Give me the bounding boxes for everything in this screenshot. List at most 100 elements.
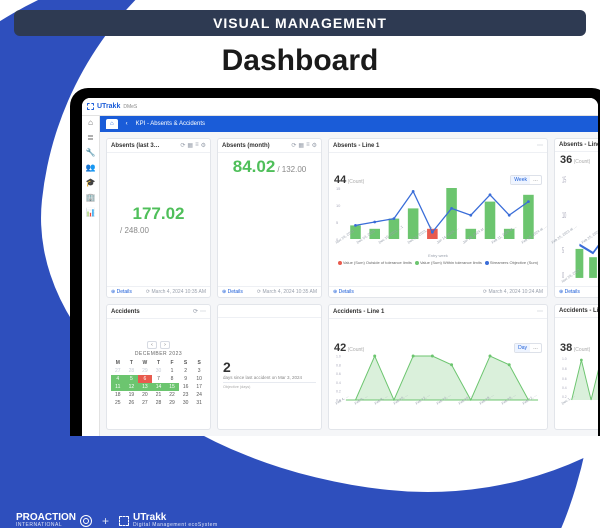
list-view-icon[interactable]: ≡: [306, 142, 310, 149]
calendar-day[interactable]: 18: [111, 391, 125, 399]
plus-icon: +: [102, 514, 109, 528]
x-axis-title: Entry week: [334, 253, 542, 258]
svg-text:0.2: 0.2: [336, 390, 341, 394]
calendar-day[interactable]: 26: [125, 399, 139, 407]
calendar-day[interactable]: 15: [165, 383, 179, 391]
card-title: Absents - Line 1: [333, 143, 379, 149]
prev-month-button[interactable]: ‹: [147, 341, 157, 349]
calendar-day[interactable]: 16: [179, 383, 193, 391]
card-absents-month: Absents (month) ⟳ ▦ ≡ ⚙ 84.02 / 132.00: [217, 138, 322, 298]
refresh-icon[interactable]: ⟳: [291, 142, 296, 149]
calendar-day[interactable]: 3: [192, 367, 206, 375]
card-title: [222, 308, 224, 314]
calendar-day[interactable]: 12: [125, 383, 139, 391]
card-absents-last3: Absents (last 3… ⟳ ▦ ≡ ⚙ 177.02 / 248.00: [106, 138, 211, 298]
x-axis-labels: Feb 4, …Feb 6, …Feb 8, …Feb 10, …Feb 12,…: [334, 402, 542, 406]
svg-text:0.4: 0.4: [336, 381, 341, 385]
details-link[interactable]: ⊕ Details: [559, 289, 580, 295]
calendar-day[interactable]: 13: [138, 383, 152, 391]
calendar-day[interactable]: 24: [192, 391, 206, 399]
calendar-day[interactable]: 28: [152, 399, 166, 407]
more-icon[interactable]: ⋯: [537, 142, 543, 149]
refresh-icon[interactable]: ⟳: [180, 142, 185, 149]
gear-icon[interactable]: ⚙: [201, 142, 206, 149]
objective-label: Objective (days): [223, 385, 316, 389]
calendar-day[interactable]: 14: [152, 383, 166, 391]
grid-icon[interactable]: ▦: [187, 142, 193, 149]
calendar-day[interactable]: 7: [152, 375, 166, 383]
calendar-day[interactable]: 11: [111, 383, 125, 391]
calendar-day[interactable]: 31: [192, 399, 206, 407]
area-chart-partial: 1.0 0.8 0.6 0.4 0.2: [560, 354, 598, 402]
period-toggle[interactable]: Week …: [510, 175, 542, 185]
calendar-day[interactable]: 19: [125, 391, 139, 399]
card-absents-line1: Absents - Line 1 ⋯ 44 (Count) Week …: [328, 138, 548, 298]
calendar-day[interactable]: 1: [165, 367, 179, 375]
calendar-day[interactable]: 30: [179, 399, 193, 407]
breadcrumb-page: KPI - Absents & Accidents: [136, 121, 205, 127]
calendar-month: DECEMBER 2023: [111, 351, 206, 357]
svg-text:1.0: 1.0: [336, 354, 341, 358]
chart-total: 42 (Count): [334, 342, 364, 354]
svg-text:5: 5: [336, 220, 339, 225]
calendar-day[interactable]: 25: [111, 399, 125, 407]
card-title: Absents (month): [222, 143, 270, 149]
calendar-day[interactable]: 23: [179, 391, 193, 399]
building-icon[interactable]: 🏢: [86, 193, 96, 202]
calendar-day[interactable]: 27: [111, 367, 125, 375]
chart-icon[interactable]: 📊: [86, 208, 96, 217]
gear-icon[interactable]: ⚙: [312, 142, 317, 149]
wrench-icon[interactable]: 🔧: [86, 148, 96, 157]
svg-text:5: 5: [562, 247, 564, 256]
calendar-day[interactable]: 27: [138, 399, 152, 407]
chart-total: 44 (Count): [334, 174, 364, 186]
graduation-icon[interactable]: 🎓: [86, 178, 96, 187]
list-view-icon[interactable]: ≡: [195, 142, 199, 149]
app-header: UTrakk DMeS: [82, 98, 598, 116]
period-toggle[interactable]: Day…: [514, 343, 542, 353]
svg-text:10: 10: [336, 203, 341, 208]
card-title: Absents (last 3…: [111, 143, 160, 149]
card-title: Accidents - Line 1: [333, 309, 384, 315]
calendar-day[interactable]: 22: [165, 391, 179, 399]
refresh-icon[interactable]: ⟳: [193, 308, 198, 315]
calendar-day[interactable]: 29: [138, 367, 152, 375]
calendar-day[interactable]: 8: [165, 375, 179, 383]
calendar-day[interactable]: 21: [152, 391, 166, 399]
calendar-day[interactable]: 28: [125, 367, 139, 375]
days-since-note: days since last accident on Mar 3, 2024: [223, 375, 316, 380]
more-icon[interactable]: ⋯: [537, 308, 543, 315]
grid-icon[interactable]: ▦: [298, 142, 304, 149]
details-link[interactable]: ⊕ Details: [222, 289, 243, 295]
breadcrumb-sep-icon: ‹: [126, 121, 128, 127]
next-month-button[interactable]: ›: [160, 341, 170, 349]
calendar-day[interactable]: 5: [125, 375, 139, 383]
calendar-day[interactable]: 2: [179, 367, 193, 375]
calendar-day[interactable]: 30: [152, 367, 166, 375]
calendar-grid[interactable]: MTWTFSS272829301234567891011121314151617…: [111, 359, 206, 407]
calendar-day[interactable]: 17: [192, 383, 206, 391]
home-icon[interactable]: ⌂: [88, 118, 93, 127]
breadcrumb-home-icon[interactable]: ⌂: [106, 119, 118, 129]
svg-text:0.8: 0.8: [562, 366, 567, 370]
timestamp: ⟳ March 4, 2024 10:35 AM: [257, 289, 317, 295]
svg-text:10: 10: [562, 211, 567, 220]
calendar-day[interactable]: 29: [165, 399, 179, 407]
calendar-day[interactable]: 9: [179, 375, 193, 383]
card-accidents-calendar: Accidents ⟳⋯ ‹ › DECEMBER 2023 MTWTFSS27…: [106, 304, 211, 430]
svg-text:0.6: 0.6: [562, 376, 567, 380]
calendar-day[interactable]: 6: [138, 375, 152, 383]
bar-chart-partial: 15 10 5 0: [560, 166, 598, 280]
proaction-logo: PROACTION INTERNATIONAL: [16, 513, 92, 528]
utrakk-logo-icon: [87, 103, 94, 110]
people-icon[interactable]: 👥: [86, 163, 96, 172]
list-icon[interactable]: ≣: [87, 133, 94, 142]
calendar-day[interactable]: 20: [138, 391, 152, 399]
details-link[interactable]: ⊕ Details: [111, 289, 132, 295]
utrakk-logo: UTrakk Digital Management ecoSystem: [119, 513, 218, 528]
calendar-day[interactable]: 10: [192, 375, 206, 383]
more-icon[interactable]: ⋯: [200, 308, 206, 315]
details-link[interactable]: ⊕ Details: [333, 289, 354, 295]
x-axis-labels: Dec 1, …Dec 6, …: [560, 402, 598, 406]
calendar-day[interactable]: 4: [111, 375, 125, 383]
